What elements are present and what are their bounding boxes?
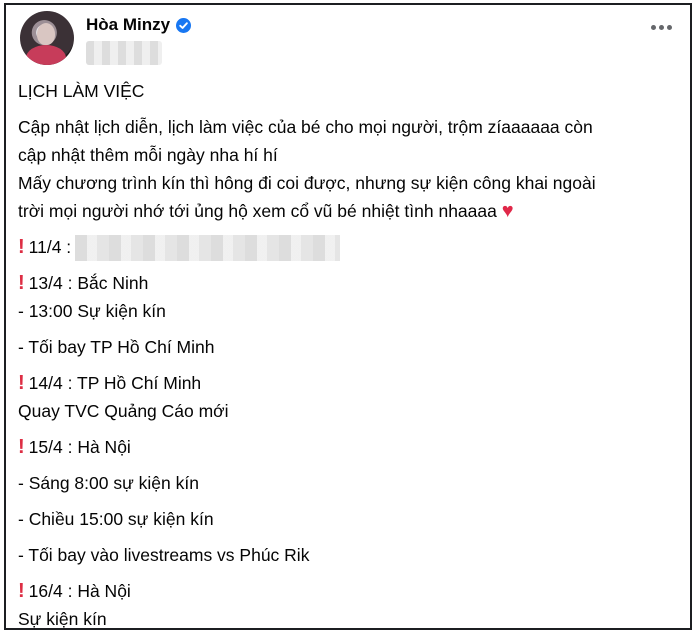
exclamation-icon: ! xyxy=(18,436,25,459)
schedule-detail: - 13:00 Sự kiện kín xyxy=(18,301,166,322)
exclamation-icon: ! xyxy=(18,272,25,295)
intro-line: Mấy chương trình kín thì hông đi coi đượ… xyxy=(18,173,596,193)
intro-line-with-heart: trời mọi người nhớ tới ủng hộ xem cổ vũ … xyxy=(18,200,514,222)
schedule-detail: - Chiều 15:00 sự kiện kín xyxy=(18,509,214,530)
schedule-date: ! 14/4 : TP Hồ Chí Minh xyxy=(18,372,202,395)
schedule-date: ! 15/4 : Hà Nội xyxy=(18,436,131,459)
post-header: Hòa Minzy xyxy=(20,11,690,67)
heart-emoji-icon: ♥ xyxy=(501,200,514,222)
author-avatar[interactable] xyxy=(20,11,74,65)
intro-line: Cập nhật lịch diễn, lịch làm việc của bé… xyxy=(18,117,593,137)
more-options-icon[interactable] xyxy=(651,25,672,30)
post-heading: LỊCH LÀM VIỆC xyxy=(18,81,145,101)
intro-line: cập nhật thêm mỗi ngày nha hí hí xyxy=(18,145,278,165)
schedule-date: ! 16/4 : Hà Nội xyxy=(18,580,131,603)
blurred-details xyxy=(75,235,341,262)
schedule-detail: Quay TVC Quảng Cáo mới xyxy=(18,401,229,422)
exclamation-icon: ! xyxy=(18,580,25,603)
schedule-detail: Sự kiện kín xyxy=(18,609,107,630)
author-name[interactable]: Hòa Minzy xyxy=(86,15,170,35)
post-body: LỊCH LÀM VIỆC Cập nhật lịch diễn, lịch l… xyxy=(18,77,676,630)
post-timestamp-blurred xyxy=(86,41,162,65)
avatar-face xyxy=(37,23,55,45)
schedule-detail: - Tối bay vào livestreams vs Phúc Rik xyxy=(18,545,310,566)
schedule-detail: - Tối bay TP Hồ Chí Minh xyxy=(18,337,215,358)
schedule-date: ! 13/4 : Bắc Ninh xyxy=(18,272,149,295)
schedule-date: ! 11/4 : xyxy=(18,233,676,262)
verified-badge-icon xyxy=(176,17,192,33)
author-row: Hòa Minzy xyxy=(86,15,192,35)
exclamation-icon: ! xyxy=(18,372,25,395)
avatar-body xyxy=(26,45,66,65)
exclamation-icon: ! xyxy=(18,236,25,258)
facebook-post: Hòa Minzy LỊCH LÀM VIỆC Cập nhật lịch di… xyxy=(4,3,692,630)
schedule-detail: - Sáng 8:00 sự kiện kín xyxy=(18,473,199,494)
